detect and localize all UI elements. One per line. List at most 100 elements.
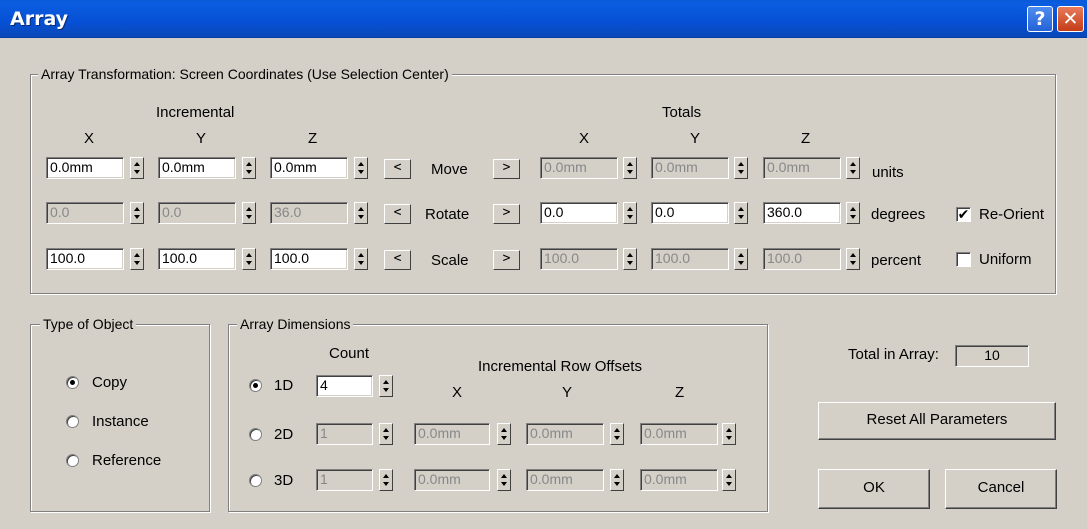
array-dimensions-legend: Array Dimensions <box>237 316 354 332</box>
cancel-button[interactable]: Cancel <box>945 469 1057 509</box>
offset-3d-y-field[interactable]: 0.0mm <box>526 469 604 491</box>
rotate-inc-y-field[interactable]: 0.0 <box>158 202 236 224</box>
offset-3d-y-spinner[interactable] <box>610 469 624 491</box>
rotate-tot-z-spinner[interactable] <box>846 202 860 224</box>
rotate-tot-y-field[interactable]: 0.0 <box>651 202 729 224</box>
rotate-inc-z-field[interactable]: 36.0 <box>270 202 348 224</box>
rotate-unit-label: degrees <box>871 206 926 223</box>
copy-label: Copy <box>92 374 128 391</box>
count-2d-field[interactable]: 1 <box>316 423 373 445</box>
rotate-label: Rotate <box>425 206 470 223</box>
move-tot-x-spinner[interactable] <box>623 157 637 179</box>
move-tot-x-field[interactable]: 0.0mm <box>540 157 618 179</box>
scale-tot-x-spinner[interactable] <box>623 248 637 270</box>
reference-radio[interactable] <box>66 454 79 467</box>
rotate-inc-z-spinner[interactable] <box>354 202 368 224</box>
scale-tot-y-field[interactable]: 100.0 <box>651 248 729 270</box>
array-transformation-legend: Array Transformation: Screen Coordinates… <box>38 66 452 82</box>
reorient-label: Re-Orient <box>979 206 1045 223</box>
rotate-tot-x-spinner[interactable] <box>623 202 637 224</box>
move-tot-y-spinner[interactable] <box>734 157 748 179</box>
rotate-inc-x-spinner[interactable] <box>130 202 144 224</box>
move-inc-y-field[interactable]: 0.0mm <box>158 157 236 179</box>
count-1d-spinner[interactable] <box>379 375 393 397</box>
dim-1d-radio[interactable] <box>249 379 262 392</box>
offset-x-header: X <box>452 384 463 401</box>
move-left-arrow-button[interactable]: < <box>384 159 411 179</box>
move-tot-z-spinner[interactable] <box>846 157 860 179</box>
instance-radio[interactable] <box>66 415 79 428</box>
offset-2d-x-field[interactable]: 0.0mm <box>414 423 490 445</box>
help-icon[interactable]: ? <box>1027 6 1053 32</box>
scale-left-arrow-button[interactable]: < <box>384 250 411 270</box>
reset-all-parameters-button[interactable]: Reset All Parameters <box>818 402 1056 440</box>
tot-x-header: X <box>579 130 590 147</box>
move-inc-x-field[interactable]: 0.0mm <box>46 157 124 179</box>
rotate-left-arrow-button[interactable]: < <box>384 204 411 224</box>
dim-2d-label: 2D <box>274 426 294 443</box>
type-of-object-legend: Type of Object <box>40 316 137 332</box>
rotate-tot-x-field[interactable]: 0.0 <box>540 202 618 224</box>
inc-x-header: X <box>84 130 95 147</box>
count-3d-spinner[interactable] <box>379 469 393 491</box>
offset-3d-x-field[interactable]: 0.0mm <box>414 469 490 491</box>
title-bar: Array ? ✕ <box>0 0 1087 38</box>
uniform-checkbox[interactable] <box>956 252 971 267</box>
dim-3d-radio[interactable] <box>249 474 262 487</box>
scale-label: Scale <box>431 252 469 269</box>
offset-2d-y-spinner[interactable] <box>610 423 624 445</box>
total-in-array-label: Total in Array: <box>848 346 939 363</box>
move-inc-z-spinner[interactable] <box>354 157 368 179</box>
offset-2d-x-spinner[interactable] <box>497 423 511 445</box>
scale-inc-y-field[interactable]: 100.0 <box>158 248 236 270</box>
scale-tot-y-spinner[interactable] <box>734 248 748 270</box>
offset-2d-y-field[interactable]: 0.0mm <box>526 423 604 445</box>
offset-3d-x-spinner[interactable] <box>497 469 511 491</box>
count-heading: Count <box>329 345 370 362</box>
move-tot-z-field[interactable]: 0.0mm <box>763 157 841 179</box>
count-2d-spinner[interactable] <box>379 423 393 445</box>
rotate-inc-x-field[interactable]: 0.0 <box>46 202 124 224</box>
move-tot-y-field[interactable]: 0.0mm <box>651 157 729 179</box>
scale-inc-x-spinner[interactable] <box>130 248 144 270</box>
ok-button[interactable]: OK <box>818 469 930 509</box>
rotate-tot-y-spinner[interactable] <box>734 202 748 224</box>
offset-2d-z-spinner[interactable] <box>722 423 736 445</box>
offset-z-header: Z <box>675 384 685 401</box>
rotate-right-arrow-button[interactable]: > <box>493 204 520 224</box>
copy-radio[interactable] <box>66 376 79 389</box>
incremental-heading: Incremental <box>156 104 235 121</box>
scale-inc-y-spinner[interactable] <box>242 248 256 270</box>
scale-tot-x-field[interactable]: 100.0 <box>540 248 618 270</box>
move-inc-z-field[interactable]: 0.0mm <box>270 157 348 179</box>
offset-3d-z-field[interactable]: 0.0mm <box>640 469 718 491</box>
dim-2d-radio[interactable] <box>249 428 262 441</box>
scale-inc-x-field[interactable]: 100.0 <box>46 248 124 270</box>
scale-tot-z-spinner[interactable] <box>846 248 860 270</box>
move-unit-label: units <box>872 164 904 181</box>
reorient-checkbox[interactable]: ✔ <box>956 207 971 222</box>
dim-1d-label: 1D <box>274 377 294 394</box>
scale-tot-z-field[interactable]: 100.0 <box>763 248 841 270</box>
window-title: Array <box>10 8 69 30</box>
scale-inc-z-spinner[interactable] <box>354 248 368 270</box>
totals-heading: Totals <box>662 104 702 121</box>
count-1d-field[interactable]: 4 <box>316 375 373 397</box>
move-inc-x-spinner[interactable] <box>130 157 144 179</box>
uniform-label: Uniform <box>979 251 1032 268</box>
reference-label: Reference <box>92 452 162 469</box>
scale-right-arrow-button[interactable]: > <box>493 250 520 270</box>
count-3d-field[interactable]: 1 <box>316 469 373 491</box>
close-icon[interactable]: ✕ <box>1057 6 1084 32</box>
rotate-tot-z-field[interactable]: 360.0 <box>763 202 841 224</box>
scale-inc-z-field[interactable]: 100.0 <box>270 248 348 270</box>
offset-3d-z-spinner[interactable] <box>722 469 736 491</box>
inc-y-header: Y <box>196 130 207 147</box>
total-in-array-value: 10 <box>955 345 1029 367</box>
rotate-inc-y-spinner[interactable] <box>242 202 256 224</box>
tot-z-header: Z <box>801 130 811 147</box>
move-right-arrow-button[interactable]: > <box>493 159 520 179</box>
inc-z-header: Z <box>308 130 318 147</box>
offset-2d-z-field[interactable]: 0.0mm <box>640 423 718 445</box>
move-inc-y-spinner[interactable] <box>242 157 256 179</box>
